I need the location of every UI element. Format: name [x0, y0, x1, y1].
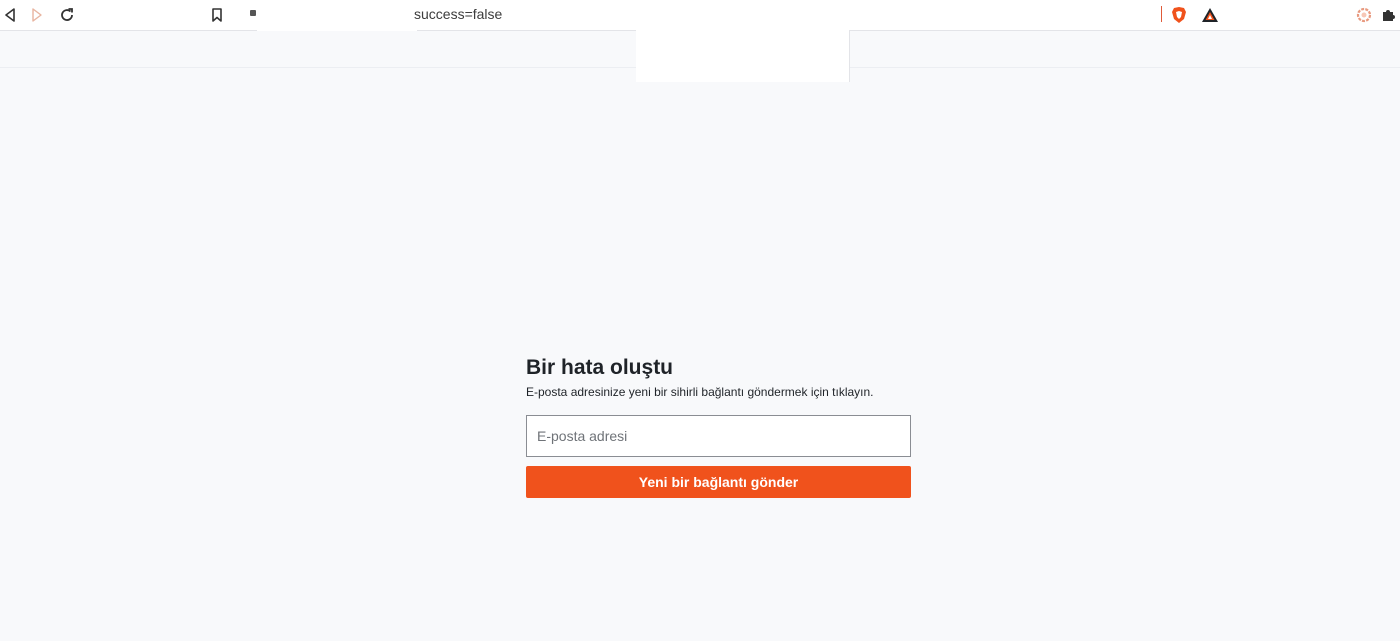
- error-card: Bir hata oluştu E-posta adresinize yeni …: [526, 355, 911, 498]
- back-icon[interactable]: [0, 5, 20, 25]
- brave-rewards-icon[interactable]: [1200, 5, 1220, 25]
- redacted-logo-area: [636, 30, 850, 82]
- browser-toolbar: success=false: [0, 0, 1400, 32]
- vpn-icon[interactable]: [1354, 5, 1374, 25]
- error-description: E-posta adresinize yeni bir sihirli bağl…: [526, 385, 874, 399]
- bookmark-icon[interactable]: [207, 5, 227, 25]
- error-title: Bir hata oluştu: [526, 356, 674, 379]
- forward-icon[interactable]: [27, 5, 47, 25]
- extensions-icon[interactable]: [1378, 5, 1398, 25]
- email-input[interactable]: [526, 415, 911, 457]
- lock-icon: [250, 10, 256, 16]
- address-bar-divider: [1161, 6, 1162, 22]
- brave-shield-icon[interactable]: [1169, 5, 1189, 25]
- reload-icon[interactable]: [57, 5, 77, 25]
- send-new-link-button[interactable]: Yeni bir bağlantı gönder: [526, 466, 911, 498]
- url-text[interactable]: success=false: [414, 6, 502, 22]
- redacted-url-area: [257, 0, 417, 32]
